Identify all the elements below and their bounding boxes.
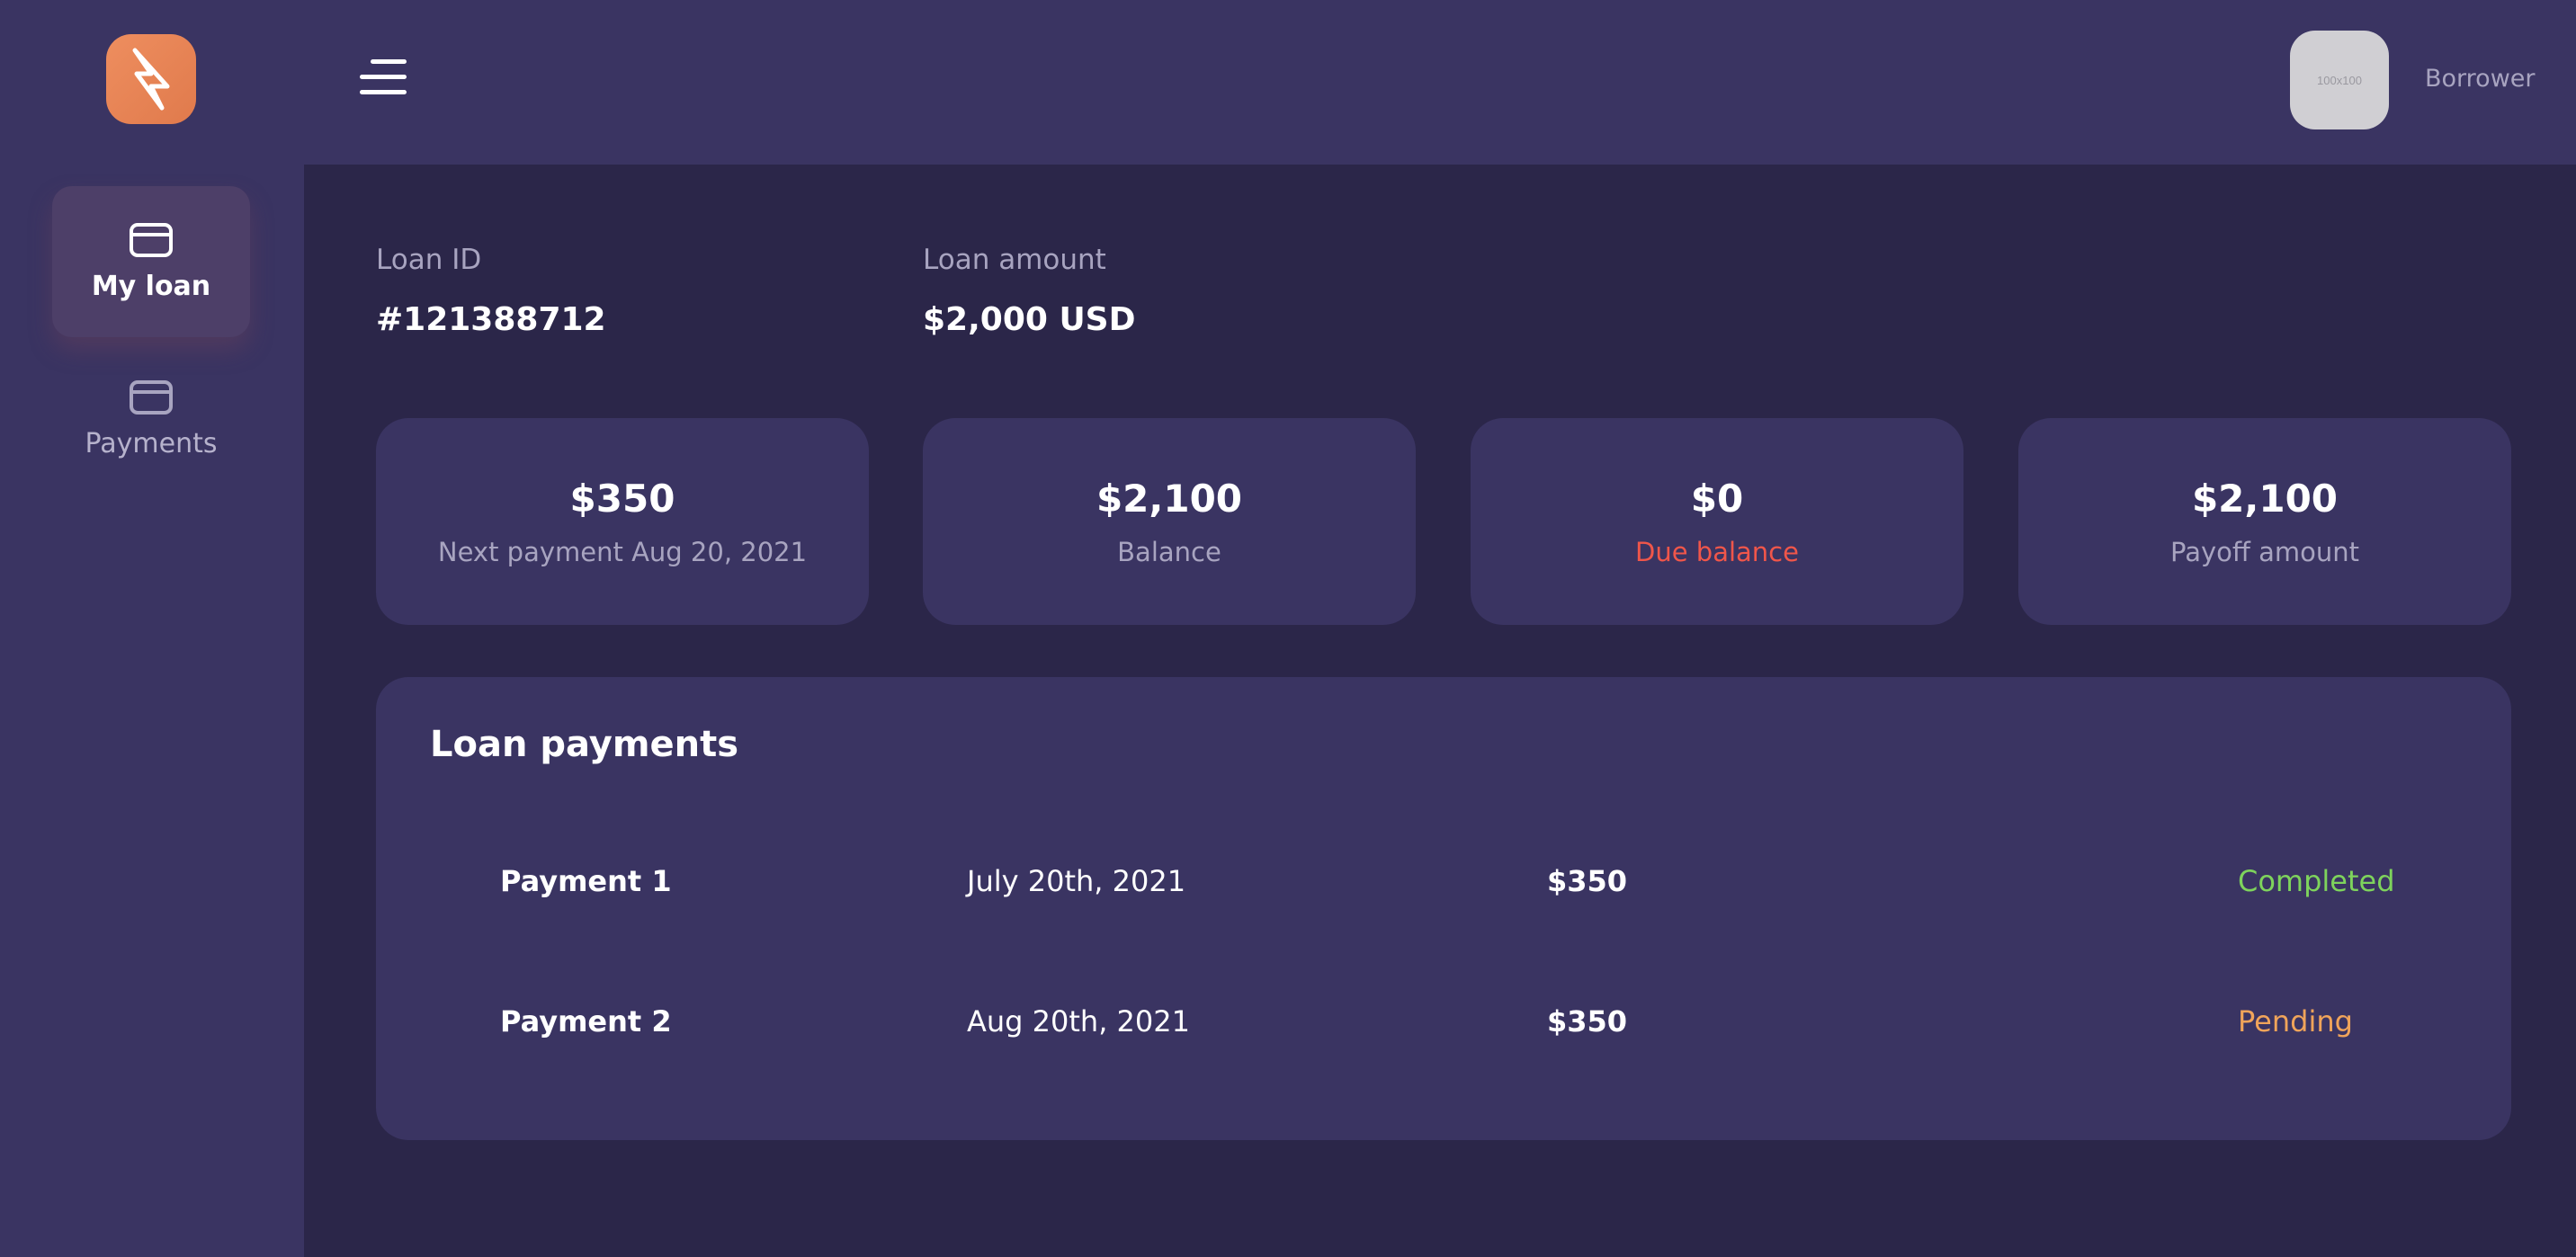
loan-payments-card: Loan payments Payment 1 July 20th, 2021 … bbox=[376, 677, 2511, 1140]
loan-amount-value: $2,000 USD bbox=[923, 301, 1136, 338]
stat-card-balance: $2,100 Balance bbox=[923, 418, 1416, 625]
sidebar-item-label: My loan bbox=[91, 270, 211, 302]
stat-value: $2,100 bbox=[2191, 476, 2339, 521]
table-row[interactable]: Payment 1 July 20th, 2021 $350 Completed bbox=[376, 846, 2511, 918]
main-content: Loan ID #121388712 Loan amount $2,000 US… bbox=[304, 165, 2576, 1257]
stat-card-next-payment: $350 Next payment Aug 20, 2021 bbox=[376, 418, 869, 625]
loan-id-value: #121388712 bbox=[376, 301, 606, 338]
table-row[interactable]: Payment 2 Aug 20th, 2021 $350 Pending bbox=[376, 986, 2511, 1058]
avatar[interactable]: 100x100 bbox=[2290, 31, 2389, 129]
stat-label: Next payment Aug 20, 2021 bbox=[437, 536, 808, 567]
payment-date: July 20th, 2021 bbox=[967, 864, 1186, 898]
payment-amount: $350 bbox=[1547, 864, 1628, 898]
payment-status: Pending bbox=[2238, 1004, 2353, 1039]
payment-name: Payment 1 bbox=[500, 864, 672, 898]
stat-label: Due balance bbox=[1635, 536, 1799, 567]
stat-label: Balance bbox=[1117, 536, 1221, 567]
loan-payments-title: Loan payments bbox=[430, 724, 739, 765]
card-icon bbox=[130, 379, 173, 415]
card-icon bbox=[130, 222, 173, 257]
stat-value: $350 bbox=[569, 476, 675, 521]
bolt-logo-icon bbox=[132, 48, 170, 111]
app-logo[interactable] bbox=[106, 34, 196, 124]
top-header: 100x100 Borrower bbox=[304, 0, 2576, 165]
sidebar-item-label: Payments bbox=[85, 427, 218, 459]
sidebar: My loan Payments bbox=[0, 0, 304, 1257]
app-root: My loan Payments 100x100 Borrower Loan I… bbox=[0, 0, 2576, 1257]
stat-card-due-balance: $0 Due balance bbox=[1471, 418, 1963, 625]
loan-amount-label: Loan amount bbox=[923, 244, 1106, 276]
payment-name: Payment 2 bbox=[500, 1004, 672, 1039]
loan-id-label: Loan ID bbox=[376, 244, 482, 276]
hamburger-menu-icon[interactable] bbox=[360, 56, 410, 99]
stat-label: Payoff amount bbox=[2170, 536, 2359, 567]
sidebar-item-my-loan[interactable]: My loan bbox=[52, 186, 250, 337]
stat-card-payoff-amount: $2,100 Payoff amount bbox=[2018, 418, 2511, 625]
stat-value: $2,100 bbox=[1096, 476, 1243, 521]
payment-amount: $350 bbox=[1547, 1004, 1628, 1039]
payment-status: Completed bbox=[2238, 864, 2395, 898]
sidebar-item-payments[interactable]: Payments bbox=[52, 343, 250, 495]
payment-date: Aug 20th, 2021 bbox=[967, 1004, 1190, 1039]
avatar-placeholder-text: 100x100 bbox=[2317, 73, 2362, 87]
stat-value: $0 bbox=[1690, 476, 1744, 521]
user-name[interactable]: Borrower bbox=[2425, 65, 2536, 93]
